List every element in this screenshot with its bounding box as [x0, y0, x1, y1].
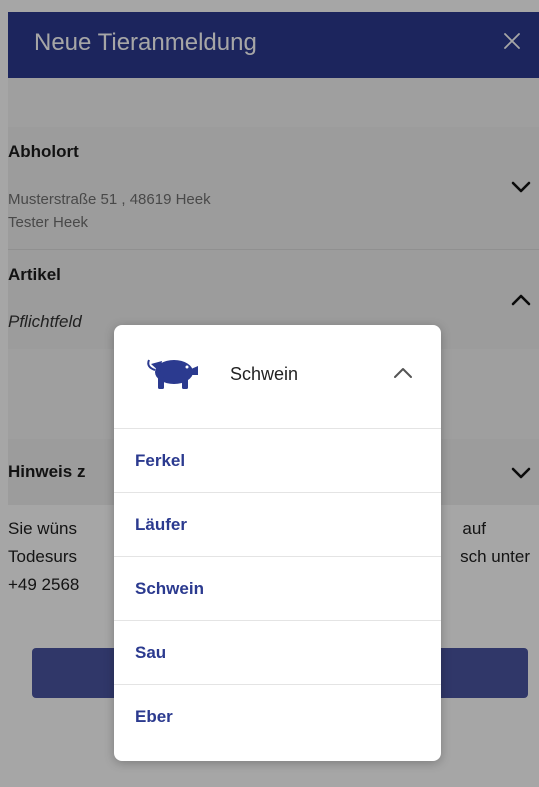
dropdown-option[interactable]: Eber	[114, 684, 441, 748]
dropdown-header[interactable]: Schwein	[114, 325, 441, 428]
article-dropdown-dialog: Schwein Ferkel Läufer Schwein Sau Eber	[114, 325, 441, 761]
pig-icon	[147, 359, 198, 389]
dropdown-option[interactable]: Schwein	[114, 556, 441, 620]
dropdown-option[interactable]: Sau	[114, 620, 441, 684]
dropdown-option[interactable]: Ferkel	[114, 428, 441, 492]
option-label: Eber	[135, 707, 173, 726]
dropdown-option[interactable]: Läufer	[114, 492, 441, 556]
option-label: Ferkel	[135, 451, 186, 470]
chevron-up-icon[interactable]	[390, 360, 416, 386]
option-label: Sau	[135, 643, 167, 662]
option-label: Läufer	[135, 515, 187, 534]
option-label: Schwein	[135, 579, 204, 598]
selected-animal-label: Schwein	[230, 364, 299, 384]
